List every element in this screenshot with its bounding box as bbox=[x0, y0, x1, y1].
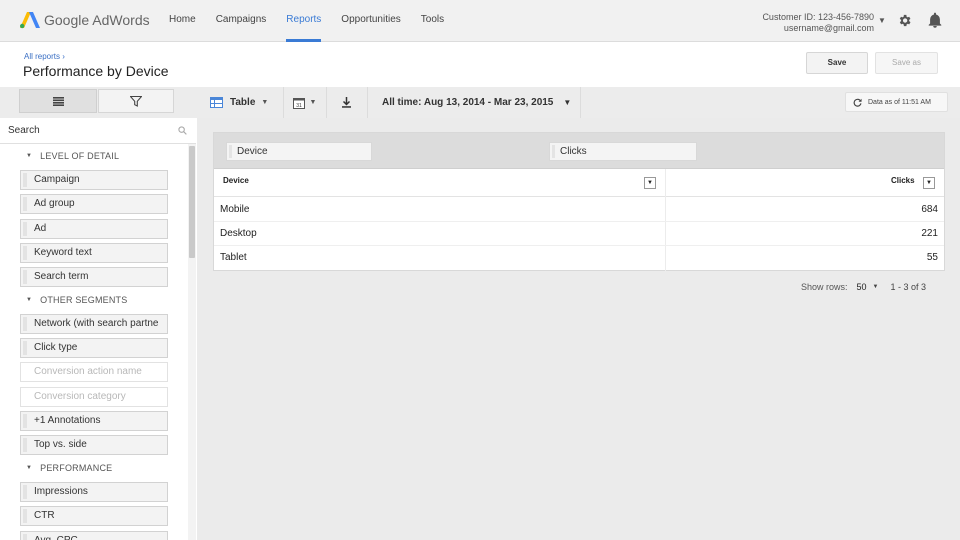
column-header-device[interactable]: Device bbox=[223, 169, 249, 197]
download-icon bbox=[342, 97, 351, 108]
row-range-text: 1 - 3 of 3 bbox=[890, 282, 927, 292]
main-nav: Home Campaigns Reports Opportunities Too… bbox=[159, 0, 454, 42]
field-chip-network[interactable]: Network (with search partne bbox=[20, 314, 168, 334]
calendar-icon: 31 bbox=[292, 97, 305, 109]
report-table: Device Clicks Device ▼ Clicks ▼ Mobile 6… bbox=[213, 132, 945, 272]
cell-clicks: 221 bbox=[921, 228, 938, 239]
refresh-data-button[interactable]: Data as of 11:51 AM bbox=[845, 92, 948, 112]
report-canvas: Device Clicks Device ▼ Clicks ▼ Mobile 6… bbox=[197, 118, 960, 540]
sidebar-scrollbar[interactable] bbox=[188, 144, 196, 540]
customer-id: Customer ID: 123-456-7890 bbox=[762, 12, 874, 22]
pagination: Show rows: 50 ▼ 1 - 3 of 3 bbox=[801, 282, 926, 292]
column-menu-device-icon[interactable]: ▼ bbox=[644, 177, 656, 189]
nav-opportunities[interactable]: Opportunities bbox=[331, 0, 410, 42]
field-chip-impressions[interactable]: Impressions bbox=[20, 482, 168, 502]
adwords-logo-icon bbox=[20, 12, 40, 29]
section-performance[interactable]: ▼ PERFORMANCE bbox=[0, 458, 112, 478]
field-chip-campaign[interactable]: Campaign bbox=[20, 170, 168, 190]
cell-device: Desktop bbox=[220, 228, 257, 239]
show-rows-label: Show rows: bbox=[801, 282, 848, 292]
date-range-label: All time: Aug 13, 2014 - Mar 23, 2015 bbox=[382, 97, 554, 108]
values-drop-chip-clicks[interactable]: Clicks bbox=[549, 142, 697, 161]
nav-home[interactable]: Home bbox=[159, 0, 206, 42]
nav-tools[interactable]: Tools bbox=[411, 0, 454, 42]
chevron-down-icon: ▼ bbox=[563, 98, 572, 107]
report-toolbar: Table ▼ 31 ▼ All time: Aug 13, 2014 - Ma… bbox=[0, 87, 960, 118]
search-input[interactable] bbox=[0, 118, 196, 143]
page-title: Performance by Device bbox=[23, 63, 169, 79]
sidebar-search bbox=[0, 118, 196, 144]
collapse-triangle-icon: ▼ bbox=[26, 297, 33, 303]
report-header: All reports › Performance by Device Save… bbox=[0, 43, 960, 87]
field-chip-search-term[interactable]: Search term bbox=[20, 267, 168, 287]
cell-clicks: 684 bbox=[921, 204, 938, 215]
cell-device: Mobile bbox=[220, 204, 250, 215]
scrollbar-thumb[interactable] bbox=[189, 146, 195, 258]
field-chip-conversion-action-name: Conversion action name bbox=[20, 362, 168, 382]
section-other-segments[interactable]: ▼ OTHER SEGMENTS bbox=[0, 290, 127, 310]
column-menu-clicks-icon[interactable]: ▼ bbox=[923, 177, 935, 189]
cell-clicks: 55 bbox=[926, 252, 938, 263]
section-title: PERFORMANCE bbox=[40, 463, 113, 473]
chevron-down-icon[interactable]: ▼ bbox=[873, 284, 879, 290]
table-row: Tablet 55 bbox=[214, 246, 944, 270]
top-navigation-bar: Google AdWords Home Campaigns Reports Op… bbox=[0, 0, 960, 42]
show-rows-select[interactable]: 50 bbox=[857, 282, 867, 292]
view-type-label: Table bbox=[230, 97, 256, 108]
logo-text: Google AdWords bbox=[44, 12, 150, 28]
account-email: username@gmail.com bbox=[783, 23, 874, 33]
table-header: Device ▼ Clicks ▼ bbox=[214, 169, 944, 197]
filter-panel-toggle[interactable] bbox=[98, 89, 174, 113]
field-chip-top-vs-side[interactable]: Top vs. side bbox=[20, 435, 168, 455]
field-chip-conversion-category: Conversion category bbox=[20, 387, 168, 407]
rows-drop-chip-device[interactable]: Device bbox=[226, 142, 372, 161]
date-range-picker[interactable]: All time: Aug 13, 2014 - Mar 23, 2015 ▼ bbox=[367, 87, 581, 118]
filter-icon bbox=[130, 95, 142, 107]
section-level-of-detail[interactable]: ▼ LEVEL OF DETAIL bbox=[0, 146, 119, 166]
field-chip-click-type[interactable]: Click type bbox=[20, 338, 168, 358]
collapse-triangle-icon: ▼ bbox=[26, 153, 33, 159]
table-icon bbox=[210, 97, 223, 108]
table-row: Mobile 684 bbox=[214, 198, 944, 222]
field-chip-avg-cpc[interactable]: Avg. CPC bbox=[20, 531, 168, 540]
nav-reports[interactable]: Reports bbox=[276, 0, 331, 42]
download-button[interactable] bbox=[326, 87, 366, 118]
field-chip-plus1-annotations[interactable]: +1 Annotations bbox=[20, 411, 168, 431]
notifications-bell-icon[interactable] bbox=[928, 12, 942, 28]
search-icon[interactable] bbox=[178, 126, 187, 135]
table-row: Desktop 221 bbox=[214, 222, 944, 246]
chevron-down-icon: ▼ bbox=[309, 99, 317, 106]
adwords-logo[interactable]: Google AdWords bbox=[20, 9, 150, 31]
nav-campaigns[interactable]: Campaigns bbox=[206, 0, 277, 42]
view-type-dropdown[interactable]: Table ▼ bbox=[196, 87, 282, 118]
field-chip-keyword-text[interactable]: Keyword text bbox=[20, 243, 168, 263]
save-button[interactable]: Save bbox=[806, 52, 868, 74]
collapse-triangle-icon: ▼ bbox=[26, 465, 33, 471]
chevron-down-icon: ▼ bbox=[261, 99, 269, 106]
data-as-of-text: Data as of 11:51 AM bbox=[868, 98, 931, 106]
list-icon bbox=[52, 96, 64, 106]
column-header-clicks[interactable]: Clicks bbox=[891, 169, 915, 197]
gear-icon[interactable] bbox=[897, 13, 912, 28]
calendar-day: 31 bbox=[296, 103, 302, 109]
section-title: OTHER SEGMENTS bbox=[40, 295, 128, 305]
field-chip-ad[interactable]: Ad bbox=[20, 219, 168, 239]
segment-list: ▼ LEVEL OF DETAIL Campaign Ad group Ad K… bbox=[0, 144, 188, 540]
breadcrumb-all-reports[interactable]: All reports › bbox=[24, 52, 65, 61]
account-switcher[interactable]: Customer ID: 123-456-7890 username@gmail… bbox=[762, 12, 874, 34]
columns-sidebar: ▼ LEVEL OF DETAIL Campaign Ad group Ad K… bbox=[0, 118, 196, 540]
section-title: LEVEL OF DETAIL bbox=[40, 151, 120, 161]
field-chip-ctr[interactable]: CTR bbox=[20, 506, 168, 526]
refresh-icon bbox=[853, 98, 862, 107]
account-dropdown-icon[interactable]: ▼ bbox=[878, 16, 886, 25]
columns-panel-toggle[interactable] bbox=[19, 89, 97, 113]
field-chip-ad-group[interactable]: Ad group bbox=[20, 194, 168, 214]
cell-device: Tablet bbox=[220, 252, 247, 263]
pivot-drop-zone: Device Clicks bbox=[214, 133, 944, 169]
date-comparison-dropdown[interactable]: 31 ▼ bbox=[283, 87, 325, 118]
save-as-button[interactable]: Save as bbox=[875, 52, 938, 74]
